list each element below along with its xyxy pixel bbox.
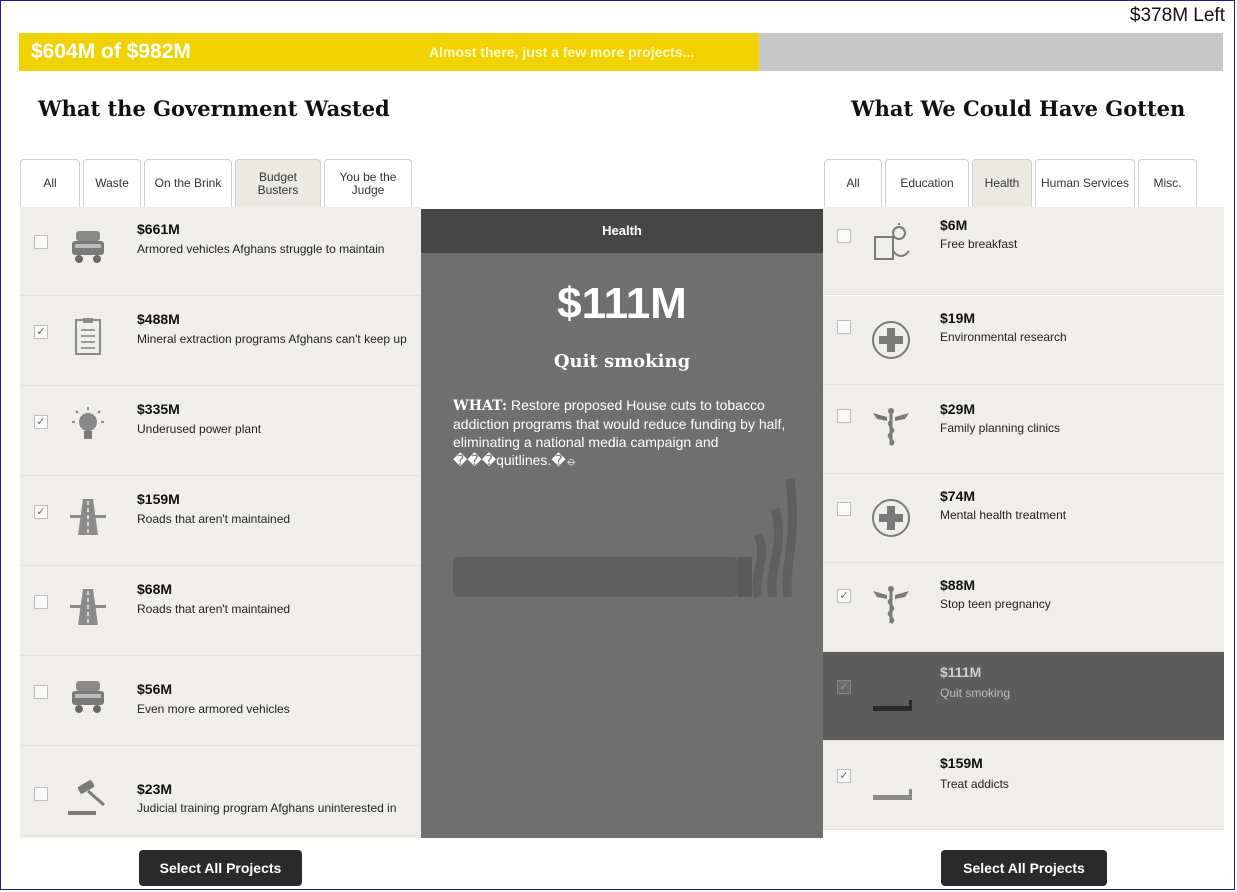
- could-have-item[interactable]: $29M Family planning clinics: [823, 385, 1224, 474]
- tab-on-the-brink[interactable]: On the Brink: [144, 159, 232, 207]
- detail-title: Quit smoking: [553, 351, 691, 372]
- item-amount: $488M: [137, 311, 180, 327]
- item-checkbox[interactable]: ✓: [837, 769, 851, 783]
- wasted-heading: What the Government Wasted: [38, 96, 390, 121]
- item-desc: Judicial training program Afghans uninte…: [137, 801, 397, 815]
- detail-what-label: WHAT:: [453, 398, 508, 414]
- item-checkbox[interactable]: [837, 229, 851, 243]
- could-have-item[interactable]: $74M Mental health treatment: [823, 474, 1224, 563]
- item-amount: $335M: [137, 401, 180, 417]
- item-amount: $74M: [940, 488, 976, 504]
- item-checkbox[interactable]: [34, 595, 48, 609]
- item-desc: Mineral extraction programs Afghans can'…: [137, 332, 407, 346]
- item-checkbox[interactable]: [34, 235, 48, 249]
- detail-category: Health: [421, 209, 823, 253]
- tab-budget-busters[interactable]: Budget Busters: [235, 159, 321, 207]
- could-have-list: $6M Free breakfast $19M Environmental re…: [823, 207, 1224, 838]
- item-desc: Even more armored vehicles: [137, 702, 290, 716]
- road-icon: [70, 499, 106, 535]
- could-have-item[interactable]: ✓ $159M Treat addicts: [823, 741, 1224, 830]
- clipboard-icon: [75, 318, 101, 355]
- progress-message: Almost there, just a few more projects..…: [429, 44, 695, 60]
- item-desc: Armored vehicles Afghans struggle to mai…: [137, 242, 385, 256]
- item-desc: Stop teen pregnancy: [940, 597, 1051, 611]
- cigarette-illustration-icon: [453, 479, 797, 598]
- detail-amount: $111M: [557, 279, 687, 328]
- item-checkbox[interactable]: ✓: [34, 325, 48, 339]
- wasted-item[interactable]: ✓ $159M Roads that aren't maintained: [20, 477, 421, 566]
- tab-misc[interactable]: Misc.: [1138, 159, 1197, 207]
- item-checkbox[interactable]: ✓: [34, 415, 48, 429]
- item-desc: Roads that aren't maintained: [137, 512, 291, 526]
- wasted-item[interactable]: $56M Even more armored vehicles: [20, 657, 421, 746]
- tab-health[interactable]: Health: [972, 159, 1032, 207]
- medical-cross-icon: [872, 321, 910, 359]
- lightbulb-icon: [72, 407, 104, 439]
- item-amount: $29M: [940, 401, 976, 417]
- wasted-list: $661M Armored vehicles Afghans struggle …: [20, 207, 421, 838]
- could-have-heading: What We Could Have Gotten: [851, 96, 1186, 121]
- item-amount: $6M: [940, 217, 968, 233]
- item-amount: $159M: [137, 491, 180, 507]
- select-all-wasted-button[interactable]: Select All Projects: [139, 850, 302, 886]
- item-checkbox[interactable]: [34, 685, 48, 699]
- item-checkbox[interactable]: ✓: [837, 589, 851, 603]
- item-checkbox[interactable]: [34, 787, 48, 801]
- wasted-item[interactable]: $68M Roads that aren't maintained: [20, 567, 421, 656]
- caduceus-icon: [873, 408, 909, 446]
- cigarette-icon: [873, 700, 912, 711]
- could-have-item[interactable]: $19M Environmental research: [823, 296, 1224, 385]
- gavel-icon: [68, 780, 105, 815]
- tab-you-be-the-judge[interactable]: You be the Judge: [324, 159, 412, 207]
- item-amount: $56M: [137, 681, 173, 697]
- item-desc: Quit smoking: [940, 686, 1011, 700]
- breakfast-icon: [874, 223, 910, 260]
- tab-all[interactable]: All: [824, 159, 882, 207]
- item-desc: Underused power plant: [137, 422, 262, 436]
- detail-panel: Health $111M Quit smoking WHAT: Restore …: [421, 209, 823, 838]
- budget-remaining: $378M Left: [1129, 5, 1225, 26]
- caduceus-icon: [873, 586, 909, 624]
- item-amount: $19M: [940, 310, 976, 326]
- could-have-item[interactable]: $6M Free breakfast: [823, 207, 1224, 295]
- wasted-tabs: All Waste On the Brink Budget Busters Yo…: [20, 158, 415, 207]
- item-amount: $88M: [940, 577, 976, 593]
- item-desc: Mental health treatment: [940, 508, 1067, 522]
- tab-human-services[interactable]: Human Services: [1035, 159, 1135, 207]
- item-amount: $68M: [137, 581, 173, 597]
- item-checkbox[interactable]: [837, 320, 851, 334]
- item-checkbox[interactable]: ✓: [837, 680, 851, 694]
- item-desc: Environmental research: [940, 330, 1067, 344]
- item-amount: $111M: [940, 664, 982, 680]
- wasted-item[interactable]: ✓ $488M Mineral extraction programs Afgh…: [20, 297, 421, 386]
- select-all-could-have-button[interactable]: Select All Projects: [941, 850, 1107, 886]
- item-checkbox[interactable]: [837, 409, 851, 423]
- armored-vehicle-icon: [72, 681, 104, 713]
- could-have-item[interactable]: ✓ $88M Stop teen pregnancy: [823, 563, 1224, 652]
- item-amount: $159M: [940, 755, 983, 771]
- wasted-item[interactable]: $23M Judicial training program Afghans u…: [20, 747, 421, 836]
- item-checkbox[interactable]: ✓: [34, 505, 48, 519]
- medical-cross-icon: [872, 499, 910, 537]
- tab-all[interactable]: All: [20, 159, 80, 207]
- tab-education[interactable]: Education: [885, 159, 969, 207]
- wasted-item[interactable]: $661M Armored vehicles Afghans struggle …: [20, 207, 421, 296]
- item-desc: Free breakfast: [940, 237, 1018, 251]
- could-have-tabs: All Education Health Human Services Misc…: [824, 158, 1200, 207]
- budget-progress-bar: $604M of $982M Almost there, just a few …: [19, 33, 1223, 71]
- item-desc: Family planning clinics: [940, 421, 1061, 435]
- item-amount: $23M: [137, 781, 173, 797]
- item-desc: Treat addicts: [940, 777, 1009, 791]
- progress-amount: $604M of $982M: [31, 40, 191, 63]
- road-icon: [70, 589, 106, 625]
- item-checkbox[interactable]: [837, 502, 851, 516]
- item-desc: Roads that aren't maintained: [137, 602, 291, 616]
- detail-description: WHAT: Restore proposed House cuts to tob…: [453, 396, 793, 469]
- could-have-item-selected[interactable]: ✓ $111M Quit smoking: [823, 652, 1224, 741]
- tab-waste[interactable]: Waste: [83, 159, 141, 207]
- cigarette-icon: [873, 789, 912, 800]
- armored-vehicle-icon: [72, 231, 104, 263]
- wasted-item[interactable]: ✓ $335M Underused power plant: [20, 387, 421, 476]
- item-amount: $661M: [137, 221, 180, 237]
